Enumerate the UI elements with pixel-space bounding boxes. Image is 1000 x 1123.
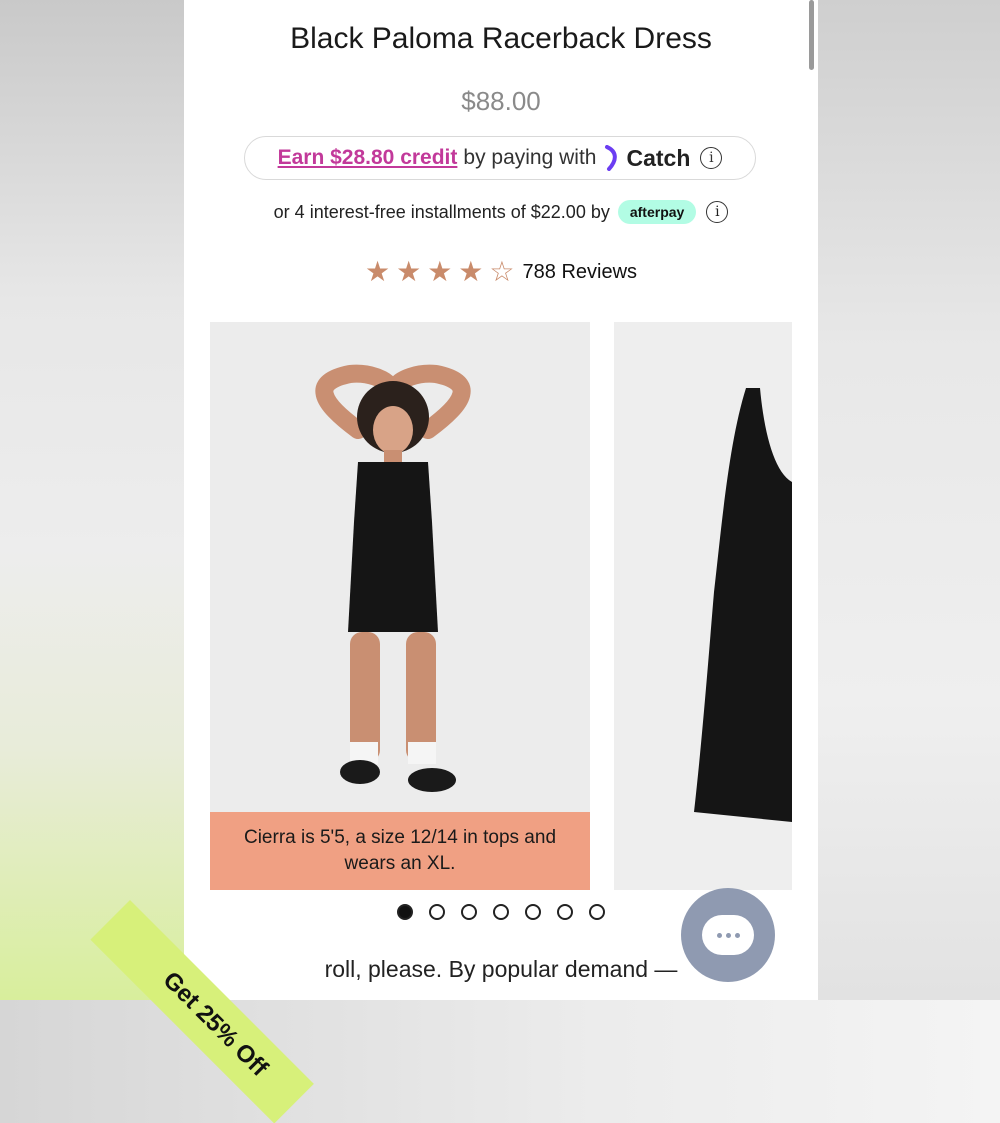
- carousel-dot[interactable]: [589, 904, 605, 920]
- dress-flat-illustration: [614, 322, 792, 890]
- afterpay-badge[interactable]: afterpay: [617, 200, 697, 224]
- star-filled-icon: ★: [427, 256, 453, 287]
- carousel-dot[interactable]: [397, 904, 413, 920]
- carousel-dot[interactable]: [493, 904, 509, 920]
- chat-icon: [702, 915, 754, 955]
- catch-logo: Catch: [604, 145, 690, 172]
- carousel-dot[interactable]: [557, 904, 573, 920]
- product-page: Black Paloma Racerback Dress $88.00 Earn…: [184, 0, 818, 1000]
- star-filled-icon: ★: [458, 256, 484, 287]
- product-image-model[interactable]: Cierra is 5'5, a size 12/14 in tops and …: [210, 322, 590, 890]
- background-left: [0, 0, 184, 1000]
- afterpay-text: or 4 interest-free installments of $22.0…: [273, 201, 610, 222]
- carousel-dot[interactable]: [525, 904, 541, 920]
- carousel-dot[interactable]: [429, 904, 445, 920]
- catch-brand: Catch: [626, 144, 691, 171]
- model-caption: Cierra is 5'5, a size 12/14 in tops and …: [210, 812, 590, 890]
- catch-swoosh-icon: [605, 145, 618, 171]
- afterpay-row: or 4 interest-free installments of $22.0…: [184, 200, 818, 224]
- model-illustration: [210, 322, 590, 812]
- star-filled-icon: ★: [364, 256, 391, 287]
- reviews-count[interactable]: 788 Reviews: [523, 261, 638, 284]
- product-price: $88.00: [461, 86, 541, 116]
- afterpay-info-icon[interactable]: i: [706, 201, 729, 223]
- product-title: Black Paloma Racerback Dress: [290, 22, 712, 55]
- catch-middle-text: by paying with: [463, 146, 597, 169]
- catch-earn-link[interactable]: Earn $28.80 credit: [278, 146, 458, 170]
- star-empty-icon: ☆: [489, 256, 515, 287]
- catch-info-icon[interactable]: i: [700, 147, 723, 169]
- background-right: [818, 0, 1000, 1000]
- catch-credit-banner[interactable]: Earn $28.80 credit by paying with Catch …: [244, 136, 756, 180]
- chat-button[interactable]: [681, 888, 775, 982]
- rating-row[interactable]: ★ ★ ★ ★ ☆ 788 Reviews: [184, 258, 818, 286]
- carousel-dot[interactable]: [461, 904, 477, 920]
- product-image-flat[interactable]: [614, 322, 792, 890]
- star-filled-icon: ★: [396, 256, 422, 287]
